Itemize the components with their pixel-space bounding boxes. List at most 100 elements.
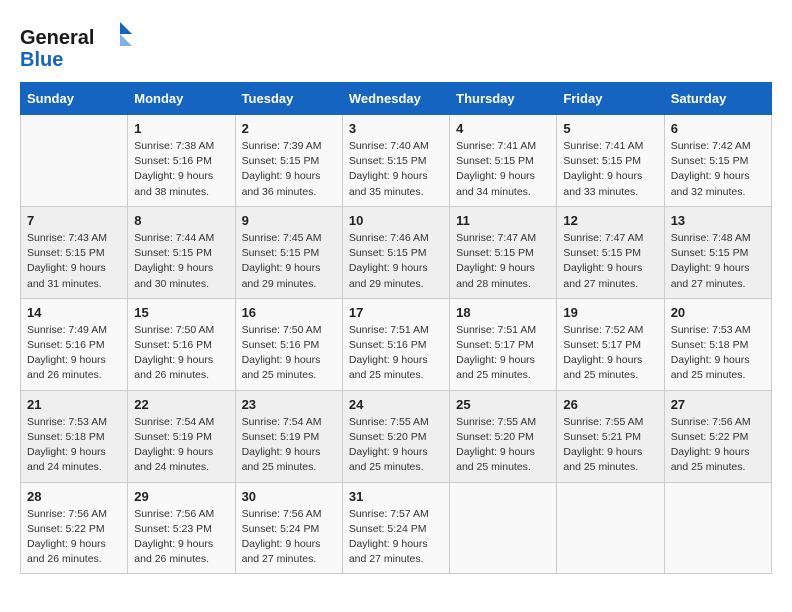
day-number: 31 — [349, 489, 443, 504]
calendar-cell: 31 Sunrise: 7:57 AM Sunset: 5:24 PM Dayli… — [342, 482, 449, 574]
svg-text:General: General — [20, 27, 94, 49]
day-number: 20 — [671, 305, 765, 320]
day-info: Sunrise: 7:51 AM Sunset: 5:16 PM Dayligh… — [349, 323, 443, 384]
calendar-cell — [664, 482, 771, 574]
day-info: Sunrise: 7:44 AM Sunset: 5:15 PM Dayligh… — [134, 231, 228, 292]
calendar-cell: 30Sunrise: 7:56 AM Sunset: 5:24 PM Dayli… — [235, 482, 342, 574]
day-number: 30 — [242, 489, 336, 504]
calendar-cell: 22 Sunrise: 7:54 AM Sunset: 5:19 PM Dayli… — [128, 390, 235, 482]
day-number: 16 — [242, 305, 336, 320]
calendar-cell: 11 Sunrise: 7:47 AM Sunset: 5:15 PM Dayli… — [450, 206, 557, 298]
calendar-cell: 12Sunrise: 7:47 AM Sunset: 5:15 PM Dayli… — [557, 206, 664, 298]
day-number: 28 — [27, 489, 121, 504]
calendar-cell: 19Sunrise: 7:52 AM Sunset: 5:17 PM Dayli… — [557, 298, 664, 390]
calendar-cell: 7 Sunrise: 7:43 AM Sunset: 5:15 PM Daylig… — [21, 206, 128, 298]
calendar-cell: 27 Sunrise: 7:56 AM Sunset: 5:22 PM Dayli… — [664, 390, 771, 482]
calendar-cell: 4 Sunrise: 7:41 AM Sunset: 5:15 PM Daylig… — [450, 115, 557, 207]
day-info: Sunrise: 7:43 AM Sunset: 5:15 PM Dayligh… — [27, 231, 121, 292]
calendar-cell: 9 Sunrise: 7:45 AM Sunset: 5:15 PM Daylig… — [235, 206, 342, 298]
calendar-cell: 17 Sunrise: 7:51 AM Sunset: 5:16 PM Dayli… — [342, 298, 449, 390]
calendar-cell: 8 Sunrise: 7:44 AM Sunset: 5:15 PM Daylig… — [128, 206, 235, 298]
calendar-table: SundayMondayTuesdayWednesdayThursdayFrid… — [20, 82, 772, 574]
calendar-cell: 20 Sunrise: 7:53 AM Sunset: 5:18 PM Dayli… — [664, 298, 771, 390]
day-info: Sunrise: 7:39 AM Sunset: 5:15 PM Dayligh… — [242, 139, 336, 200]
day-number: 23 — [242, 397, 336, 412]
day-number: 15 — [134, 305, 228, 320]
day-info: Sunrise: 7:56 AM Sunset: 5:22 PM Dayligh… — [27, 507, 121, 568]
calendar-cell: 25Sunrise: 7:55 AM Sunset: 5:20 PM Dayli… — [450, 390, 557, 482]
calendar-week-1: 1Sunrise: 7:38 AM Sunset: 5:16 PM Daylig… — [21, 115, 772, 207]
calendar-cell — [450, 482, 557, 574]
day-info: Sunrise: 7:57 AM Sunset: 5:24 PM Dayligh… — [349, 507, 443, 568]
header-thursday: Thursday — [450, 83, 557, 115]
day-info: Sunrise: 7:40 AM Sunset: 5:15 PM Dayligh… — [349, 139, 443, 200]
day-info: Sunrise: 7:55 AM Sunset: 5:21 PM Dayligh… — [563, 415, 657, 476]
calendar-cell: 5 Sunrise: 7:41 AM Sunset: 5:15 PM Daylig… — [557, 115, 664, 207]
calendar-cell: 3 Sunrise: 7:40 AM Sunset: 5:15 PM Daylig… — [342, 115, 449, 207]
day-number: 9 — [242, 213, 336, 228]
day-number: 21 — [27, 397, 121, 412]
day-number: 19 — [563, 305, 657, 320]
day-info: Sunrise: 7:50 AM Sunset: 5:16 PM Dayligh… — [134, 323, 228, 384]
day-info: Sunrise: 7:53 AM Sunset: 5:18 PM Dayligh… — [671, 323, 765, 384]
calendar-header-row: SundayMondayTuesdayWednesdayThursdayFrid… — [21, 83, 772, 115]
day-number: 24 — [349, 397, 443, 412]
day-number: 22 — [134, 397, 228, 412]
day-info: Sunrise: 7:53 AM Sunset: 5:18 PM Dayligh… — [27, 415, 121, 476]
day-info: Sunrise: 7:56 AM Sunset: 5:22 PM Dayligh… — [671, 415, 765, 476]
day-info: Sunrise: 7:42 AM Sunset: 5:15 PM Dayligh… — [671, 139, 765, 200]
day-number: 26 — [563, 397, 657, 412]
calendar-cell — [557, 482, 664, 574]
calendar-cell: 29Sunrise: 7:56 AM Sunset: 5:23 PM Dayli… — [128, 482, 235, 574]
day-number: 17 — [349, 305, 443, 320]
day-info: Sunrise: 7:47 AM Sunset: 5:15 PM Dayligh… — [563, 231, 657, 292]
header-tuesday: Tuesday — [235, 83, 342, 115]
day-info: Sunrise: 7:49 AM Sunset: 5:16 PM Dayligh… — [27, 323, 121, 384]
day-info: Sunrise: 7:54 AM Sunset: 5:19 PM Dayligh… — [242, 415, 336, 476]
day-info: Sunrise: 7:45 AM Sunset: 5:15 PM Dayligh… — [242, 231, 336, 292]
day-number: 6 — [671, 121, 765, 136]
calendar-week-2: 7 Sunrise: 7:43 AM Sunset: 5:15 PM Daylig… — [21, 206, 772, 298]
header-friday: Friday — [557, 83, 664, 115]
calendar-cell: 6 Sunrise: 7:42 AM Sunset: 5:15 PM Daylig… — [664, 115, 771, 207]
day-number: 4 — [456, 121, 550, 136]
day-number: 3 — [349, 121, 443, 136]
day-number: 7 — [27, 213, 121, 228]
day-info: Sunrise: 7:51 AM Sunset: 5:17 PM Dayligh… — [456, 323, 550, 384]
day-info: Sunrise: 7:55 AM Sunset: 5:20 PM Dayligh… — [456, 415, 550, 476]
day-info: Sunrise: 7:38 AM Sunset: 5:16 PM Dayligh… — [134, 139, 228, 200]
calendar-cell: 24 Sunrise: 7:55 AM Sunset: 5:20 PM Dayli… — [342, 390, 449, 482]
day-info: Sunrise: 7:55 AM Sunset: 5:20 PM Dayligh… — [349, 415, 443, 476]
calendar-week-3: 14Sunrise: 7:49 AM Sunset: 5:16 PM Dayli… — [21, 298, 772, 390]
day-info: Sunrise: 7:54 AM Sunset: 5:19 PM Dayligh… — [134, 415, 228, 476]
header-sunday: Sunday — [21, 83, 128, 115]
calendar-cell: 15 Sunrise: 7:50 AM Sunset: 5:16 PM Dayli… — [128, 298, 235, 390]
day-number: 27 — [671, 397, 765, 412]
day-info: Sunrise: 7:41 AM Sunset: 5:15 PM Dayligh… — [456, 139, 550, 200]
calendar-cell: 28 Sunrise: 7:56 AM Sunset: 5:22 PM Dayli… — [21, 482, 128, 574]
calendar-week-4: 21 Sunrise: 7:53 AM Sunset: 5:18 PM Dayli… — [21, 390, 772, 482]
day-number: 10 — [349, 213, 443, 228]
day-number: 8 — [134, 213, 228, 228]
day-info: Sunrise: 7:50 AM Sunset: 5:16 PM Dayligh… — [242, 323, 336, 384]
calendar-cell: 2 Sunrise: 7:39 AM Sunset: 5:15 PM Daylig… — [235, 115, 342, 207]
calendar-cell: 18 Sunrise: 7:51 AM Sunset: 5:17 PM Dayli… — [450, 298, 557, 390]
day-info: Sunrise: 7:47 AM Sunset: 5:15 PM Dayligh… — [456, 231, 550, 292]
calendar-cell — [21, 115, 128, 207]
logo: General Blue — [20, 20, 140, 72]
day-number: 11 — [456, 213, 550, 228]
day-number: 18 — [456, 305, 550, 320]
calendar-cell: 23 Sunrise: 7:54 AM Sunset: 5:19 PM Dayli… — [235, 390, 342, 482]
day-number: 5 — [563, 121, 657, 136]
calendar-cell: 16 Sunrise: 7:50 AM Sunset: 5:16 PM Dayli… — [235, 298, 342, 390]
day-info: Sunrise: 7:46 AM Sunset: 5:15 PM Dayligh… — [349, 231, 443, 292]
svg-text:Blue: Blue — [20, 49, 63, 71]
calendar-cell: 13Sunrise: 7:48 AM Sunset: 5:15 PM Dayli… — [664, 206, 771, 298]
day-info: Sunrise: 7:41 AM Sunset: 5:15 PM Dayligh… — [563, 139, 657, 200]
calendar-cell: 1Sunrise: 7:38 AM Sunset: 5:16 PM Daylig… — [128, 115, 235, 207]
calendar-cell: 14Sunrise: 7:49 AM Sunset: 5:16 PM Dayli… — [21, 298, 128, 390]
logo-svg: General Blue — [20, 20, 140, 72]
calendar-cell: 10 Sunrise: 7:46 AM Sunset: 5:15 PM Dayli… — [342, 206, 449, 298]
calendar-cell: 21 Sunrise: 7:53 AM Sunset: 5:18 PM Dayli… — [21, 390, 128, 482]
day-number: 2 — [242, 121, 336, 136]
